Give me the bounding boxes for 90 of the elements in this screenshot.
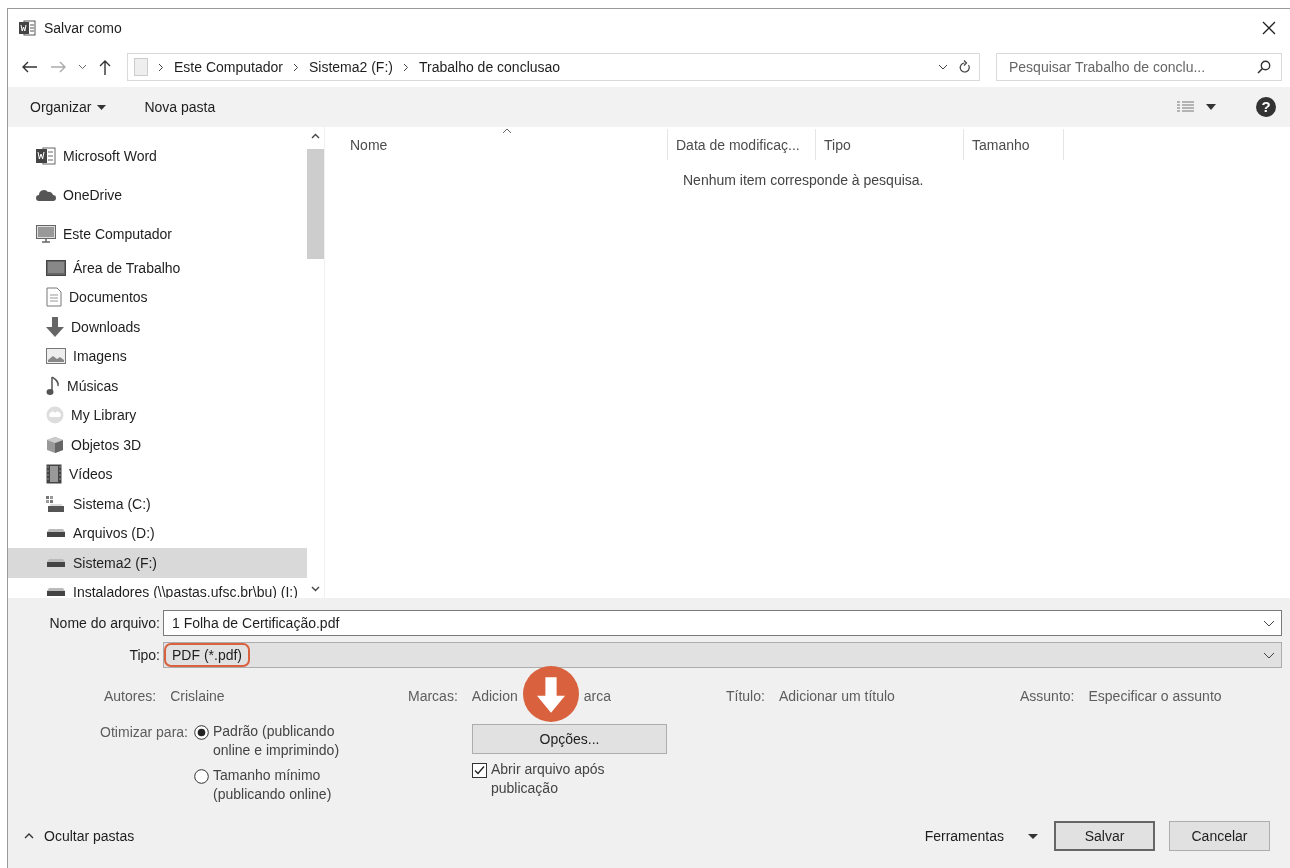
radio-option[interactable]: Tamanho mínimo (publicando online): [194, 768, 472, 804]
address-bar[interactable]: Este Computador Sistema2 (F:) Trabalho de conclusao: [127, 53, 980, 81]
radio-option[interactable]: Padrão (publicando online e imprimindo): [194, 724, 472, 760]
caret-down-icon: [1028, 833, 1038, 839]
metadata-label: Título:: [726, 688, 765, 706]
file-type-dropdown[interactable]: PDF (*.pdf): [163, 642, 1282, 668]
breadcrumb[interactable]: Sistema2 (F:): [308, 59, 393, 75]
sidebar-item[interactable]: Sistema2 (F:): [8, 548, 307, 578]
column-header[interactable]: Tamanho: [964, 129, 1064, 160]
monitor-icon: [36, 224, 56, 243]
sidebar-item[interactable]: Músicas: [8, 371, 307, 401]
sidebar-item[interactable]: Documentos: [8, 282, 307, 312]
caret-down-icon[interactable]: [1206, 104, 1216, 110]
optimize-label: Otimizar para:: [99, 724, 189, 742]
help-button[interactable]: ?: [1256, 97, 1276, 117]
empty-message: Nenhum item corresponde à pesquisa.: [683, 172, 925, 188]
metadata-value[interactable]: arca: [583, 688, 611, 712]
music-note-icon: [46, 375, 60, 396]
drive-icon: [46, 588, 66, 597]
hide-folders-button[interactable]: Ocultar pastas: [24, 828, 135, 844]
tools-menu-button[interactable]: Ferramentas: [924, 828, 1038, 844]
sidebar-item[interactable]: Arquivos (D:): [8, 518, 307, 548]
sidebar-item[interactable]: Imagens: [8, 341, 307, 371]
down-arrow-annotation-icon: [522, 666, 579, 722]
breadcrumb[interactable]: Este Computador: [174, 59, 283, 75]
cloud-icon: [36, 188, 56, 201]
chevron-right-icon: [158, 62, 164, 72]
filename-field[interactable]: 1 Folha de Certificação.pdf: [163, 610, 1282, 636]
word-app-icon: [18, 19, 36, 37]
metadata-label: Autores:: [104, 688, 157, 706]
save-button[interactable]: Salvar: [1054, 821, 1155, 851]
cancel-button[interactable]: Cancelar: [1169, 821, 1270, 851]
search-field[interactable]: Pesquisar Trabalho de conclu...: [996, 53, 1282, 81]
metadata-label: Marcas:: [408, 688, 458, 706]
cube-icon: [46, 435, 64, 454]
close-icon[interactable]: [1262, 21, 1276, 35]
drive-icon: [46, 558, 66, 567]
metadata-value[interactable]: Adicion: [471, 688, 518, 712]
system-drive-icon: [46, 495, 66, 512]
scrollbar-thumb[interactable]: [307, 149, 324, 259]
back-arrow-icon[interactable]: [22, 61, 38, 73]
new-folder-button[interactable]: Nova pasta: [144, 99, 216, 115]
chevron-up-icon: [24, 833, 34, 839]
metadata-label: Assunto:: [1020, 688, 1075, 706]
sidebar-item[interactable]: Downloads: [8, 312, 307, 342]
desktop-icon: [46, 259, 66, 276]
column-header[interactable]: Data de modificaç...: [668, 129, 816, 160]
options-button[interactable]: Opções...: [472, 724, 667, 754]
document-icon: [46, 287, 62, 308]
window-title: Salvar como: [44, 20, 123, 36]
sidebar-item[interactable]: Sistema (C:): [8, 489, 307, 519]
chevron-down-icon: [1263, 651, 1275, 659]
field-label: Tipo:: [128, 647, 161, 663]
sidebar-item[interactable]: OneDrive: [8, 175, 307, 214]
down-arrow-icon: [46, 316, 64, 337]
caret-down-icon: [97, 104, 107, 110]
chevron-down-icon: [1263, 619, 1275, 627]
checkbox-icon[interactable]: [472, 763, 487, 778]
breadcrumb[interactable]: Trabalho de conclusao: [418, 59, 561, 75]
scroll-up-icon[interactable]: [311, 133, 320, 139]
radio-button-icon[interactable]: [194, 725, 209, 740]
film-icon: [46, 464, 62, 485]
metadata-value[interactable]: Crislaine: [170, 688, 225, 712]
refresh-icon[interactable]: [958, 60, 971, 74]
radio-button-icon[interactable]: [194, 769, 209, 784]
picture-icon: [46, 348, 66, 365]
chevron-down-icon[interactable]: [78, 64, 87, 70]
sidebar-item[interactable]: Vídeos: [8, 459, 307, 489]
word-app-icon: [36, 146, 56, 165]
up-arrow-icon[interactable]: [99, 59, 111, 75]
chevron-right-icon: [292, 62, 299, 72]
column-header[interactable]: Tipo: [816, 129, 964, 160]
organize-menu-button[interactable]: Organizar: [30, 99, 107, 115]
checkbox-option[interactable]: Abrir arquivo após publicação: [472, 762, 667, 798]
scroll-down-icon[interactable]: [311, 586, 320, 592]
folder-icon: [134, 58, 148, 76]
metadata-value[interactable]: Especificar o assunto: [1088, 688, 1222, 712]
column-header[interactable]: Nome: [328, 129, 668, 160]
chevron-down-icon[interactable]: [938, 64, 948, 70]
sidebar-item[interactable]: Este Computador: [8, 214, 307, 253]
search-icon: [1257, 60, 1271, 74]
library-icon: [46, 406, 64, 425]
sidebar-item[interactable]: Microsoft Word: [8, 136, 307, 175]
sidebar-item[interactable]: Área de Trabalho: [8, 253, 307, 283]
sidebar-item[interactable]: Objetos 3D: [8, 430, 307, 460]
metadata-value[interactable]: Adicionar um título: [778, 688, 895, 712]
field-label: Nome do arquivo:: [48, 615, 161, 631]
drive-icon: [46, 529, 66, 538]
chevron-right-icon: [402, 62, 409, 72]
sidebar-item[interactable]: My Library: [8, 400, 307, 430]
